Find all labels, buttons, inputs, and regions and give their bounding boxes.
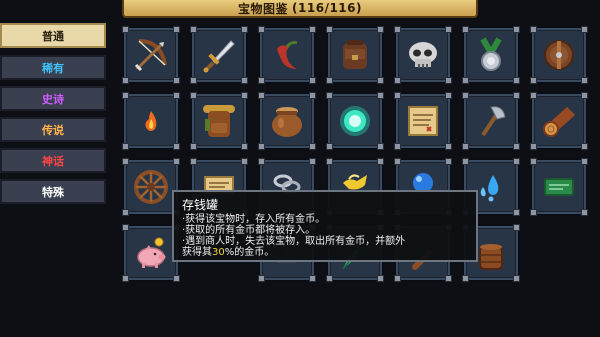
small-flame-icon (145, 111, 157, 131)
wood-log-icon (543, 107, 575, 137)
tab-legendary[interactable]: 传说 (0, 117, 106, 142)
tooltip-line-3: ·遇到商人时，失去该宝物，取出所有金币，并额外 (182, 236, 406, 247)
item-slot-treasure-map[interactable] (394, 92, 452, 150)
adventurer-backpack-icon (203, 105, 235, 137)
tab-legendary-label: 传说 (42, 123, 64, 137)
tab-common-label: 普通 (42, 29, 64, 43)
item-slot-crossbow[interactable] (122, 26, 180, 84)
collection-title: 宝物图鉴 (238, 1, 289, 16)
clay-pot-icon (272, 107, 302, 137)
sword-icon (203, 40, 235, 73)
axe-icon (481, 106, 506, 137)
treasure-map-icon (408, 106, 438, 136)
item-slot-chili[interactable] (258, 26, 316, 84)
tab-special[interactable]: 特殊 (0, 179, 106, 204)
crossbow-icon (134, 39, 167, 72)
tooltip-title: 存钱罐 (182, 198, 219, 212)
collection-title-banner: 宝物图鉴 (116/116) (122, 0, 478, 18)
tab-rare-label: 稀有 (42, 61, 64, 75)
item-slot-sword[interactable] (190, 26, 248, 84)
collection-count: (116/116) (292, 1, 362, 15)
item-slot-round-shield[interactable] (530, 26, 588, 84)
item-slot-flame[interactable] (122, 92, 180, 150)
wagon-wheel-icon (134, 170, 168, 204)
piggy-bank-icon (137, 237, 166, 268)
item-slot-medal[interactable] (462, 26, 520, 84)
leather-backpack-icon (343, 40, 367, 69)
treasure-collection-screen: 宝物图鉴 (116/116) 普通 稀有 史诗 传说 神话 特殊 存钱罐 ·获得… (0, 0, 600, 337)
item-slot-clay-pot[interactable] (258, 92, 316, 150)
item-slot-wood-log[interactable] (530, 92, 588, 150)
tooltip-line-4-prefix: 获得其 (182, 247, 212, 258)
chili-pepper-icon (277, 41, 298, 69)
tab-mythic[interactable]: 神话 (0, 148, 106, 173)
item-slot-skull[interactable] (394, 26, 452, 84)
item-tooltip: 存钱罐 ·获得该宝物时，存入所有金币。 ·获取的所有金币都将被存入。 ·遇到商人… (172, 190, 478, 262)
tab-common[interactable]: 普通 (0, 23, 106, 48)
green-card-icon (544, 178, 574, 196)
item-slot-green-card[interactable] (530, 158, 588, 216)
round-shield-icon (544, 40, 574, 70)
tooltip-line-4-suffix: %的金币。 (224, 247, 275, 258)
tab-special-label: 特殊 (42, 185, 64, 199)
tab-epic-label: 史诗 (42, 92, 64, 106)
tooltip-line-4: 获得其30%的金币。 (182, 247, 274, 258)
tab-mythic-label: 神话 (42, 154, 64, 168)
item-slot-leather-backpack[interactable] (326, 26, 384, 84)
tab-epic[interactable]: 史诗 (0, 86, 106, 111)
tooltip-highlight-value: 30 (212, 247, 225, 258)
item-slot-axe[interactable] (462, 92, 520, 150)
item-slot-glowing-orb[interactable] (326, 92, 384, 150)
medal-icon (480, 37, 502, 71)
glowing-orb-icon (340, 106, 370, 136)
tab-rare[interactable]: 稀有 (0, 55, 106, 80)
tooltip-line-1: ·获得该宝物时，存入所有金币。 (182, 214, 326, 225)
tooltip-line-2: ·获取的所有金币都将被存入。 (182, 225, 316, 236)
skull-icon (409, 42, 437, 68)
item-slot-adventurer-backpack[interactable] (190, 92, 248, 150)
